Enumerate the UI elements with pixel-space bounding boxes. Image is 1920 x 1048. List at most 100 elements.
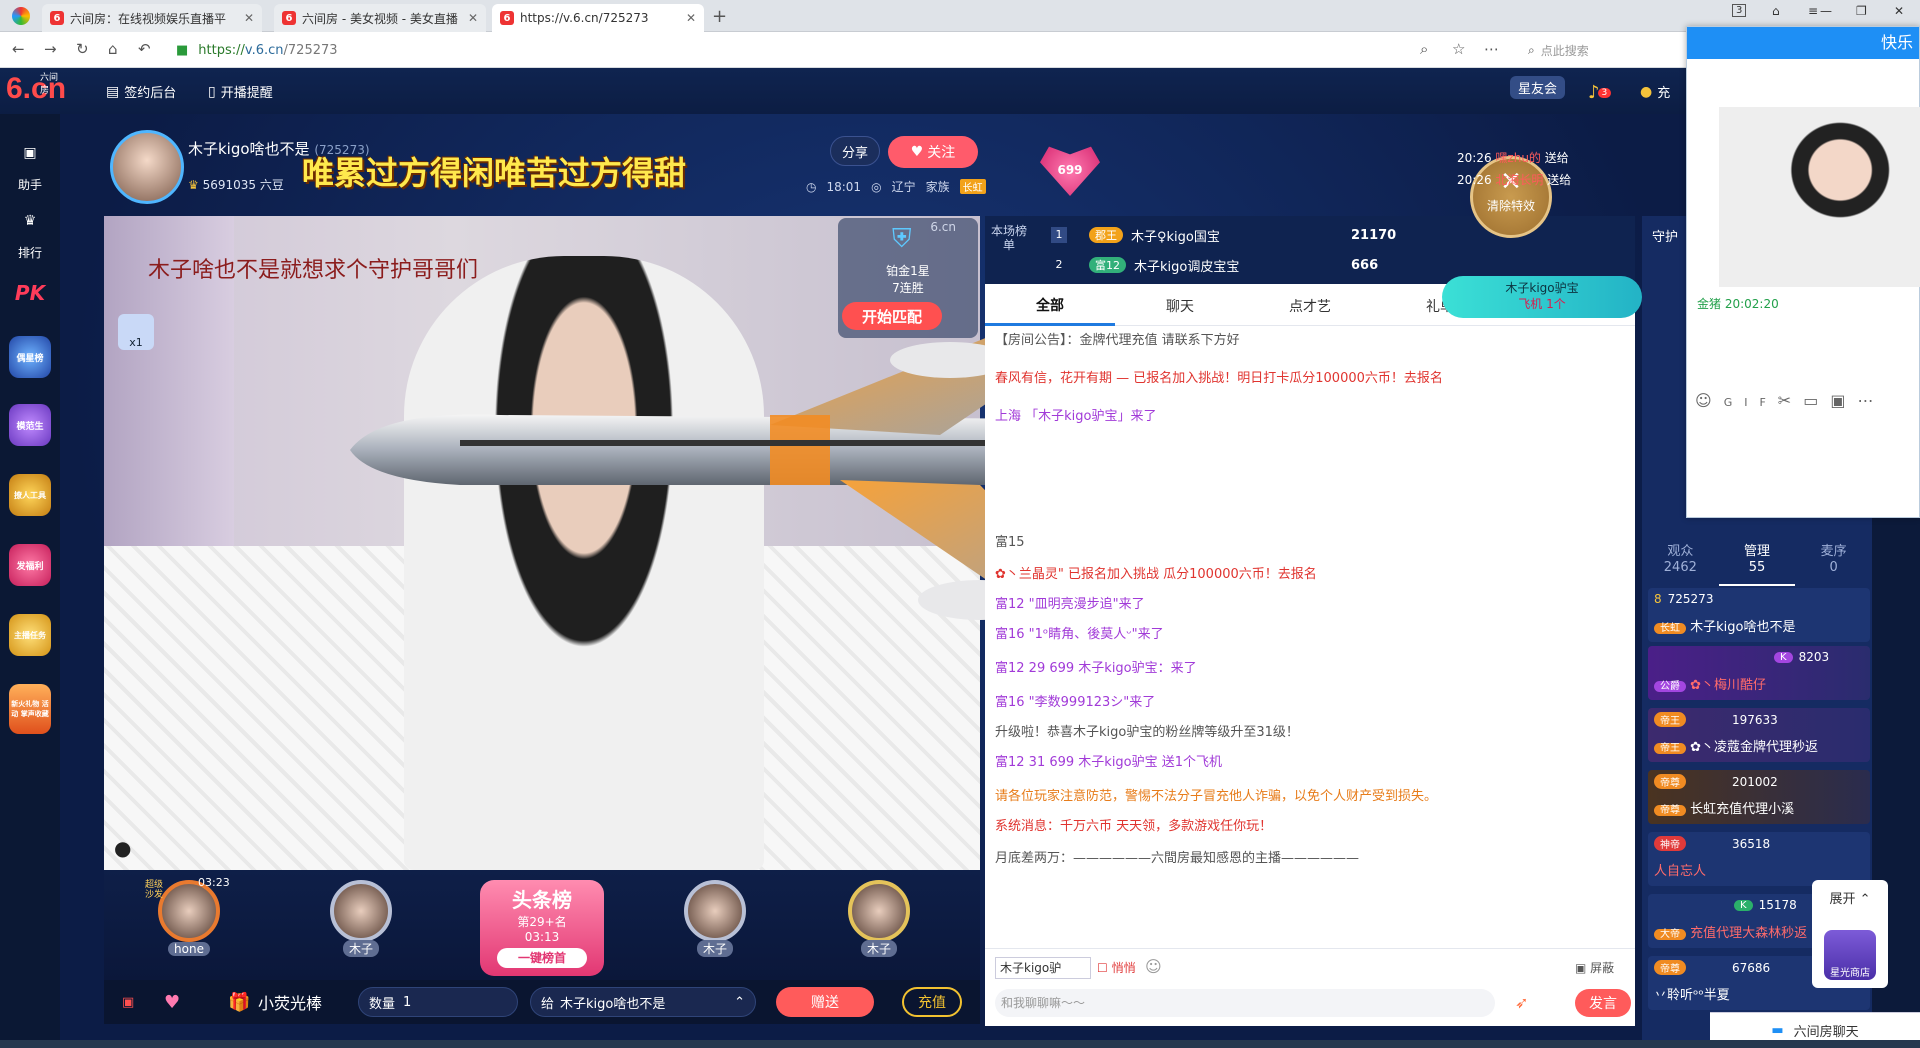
forward-icon[interactable]: → xyxy=(44,40,57,58)
sidebar-item-flirt[interactable]: 撩人工具 xyxy=(0,474,60,518)
sidebar-item-pk[interactable]: PK xyxy=(0,272,60,316)
mic-icon[interactable]: ● xyxy=(114,836,131,860)
tab-all[interactable]: 全部 xyxy=(985,286,1115,326)
minimize-icon[interactable]: — xyxy=(1820,4,1832,18)
family-tag[interactable]: 长虹 xyxy=(959,179,986,194)
user-card[interactable]: 8 725273 长虹 木子kigo啥也不是 xyxy=(1648,588,1870,642)
home-icon[interactable]: ⌂ xyxy=(108,40,118,58)
anchor-name[interactable]: 木子kigo啥也不是 xyxy=(188,140,310,158)
chat-message-input[interactable]: 和我聊聊嘛～～ xyxy=(995,989,1495,1017)
window-count-badge[interactable]: 3 xyxy=(1732,4,1747,17)
send-message-button[interactable]: 发言 xyxy=(1575,989,1631,1017)
emoji-icon[interactable]: ☺ xyxy=(1695,391,1724,410)
sidebar-item-event[interactable]: 新火礼物 活动 掌声收藏 xyxy=(0,684,60,736)
more-icon[interactable]: ⋯ xyxy=(1857,391,1885,410)
sidebar-item-model[interactable]: 模范生 xyxy=(0,404,60,448)
chat-target-select[interactable]: 木子kigo驴 xyxy=(995,957,1091,979)
sidebar-item-assistant[interactable]: ▣ 助手 xyxy=(0,132,60,193)
sidebar-item-star-rank[interactable]: 偶星榜 xyxy=(0,336,60,380)
shirt-icon[interactable]: ⌂ xyxy=(1772,4,1780,18)
tab-chat[interactable]: 聊天 xyxy=(1115,286,1245,326)
send-gift-button[interactable]: 赠送 xyxy=(776,987,874,1017)
star-club-button[interactable]: 星友会 xyxy=(1510,76,1566,99)
session-rank-label[interactable]: 本场榜单 xyxy=(991,224,1027,252)
tab-talent[interactable]: 点才艺 xyxy=(1245,286,1375,326)
recharge-button[interactable]: 充值 xyxy=(902,987,962,1017)
seat-sofa[interactable]: 03:23 超级沙发 hone xyxy=(144,876,234,970)
anchor-avatar[interactable] xyxy=(110,130,184,204)
site-header: 六间房 6.cn ▤ 签约后台 ▯ 开播提醒 星友会 ♪ 3 ● 充 xyxy=(0,68,1690,114)
recharge-link[interactable]: ● 充 xyxy=(1640,82,1670,102)
heart-gift-icon[interactable]: ♥ xyxy=(164,992,180,1013)
rank-row[interactable]: 2 富12 木子kigo调皮宝宝 666 xyxy=(1051,252,1378,278)
zoom-icon[interactable]: ⌕ xyxy=(1420,40,1428,58)
bookmark-star-icon[interactable]: ☆ xyxy=(1452,40,1465,58)
rank-no: 1 xyxy=(1051,227,1067,243)
seat[interactable]: 木子 xyxy=(670,880,760,970)
seat[interactable]: 木子 xyxy=(316,880,406,970)
shield-toggle[interactable]: ▣ 屏蔽 xyxy=(1575,959,1614,976)
seat-name: 木子 xyxy=(860,940,897,957)
user-id: 197633 xyxy=(1732,712,1778,727)
user-card[interactable]: 帝王 197633 帝王 ✿丶凌蔻金牌代理秒返 xyxy=(1648,708,1870,762)
user-card[interactable]: 神帝 36518 人自忘人 xyxy=(1648,832,1870,886)
emoji-icon[interactable]: ☺ xyxy=(1145,957,1162,976)
sidebar-item-rank[interactable]: ♛ 排行 xyxy=(0,200,60,261)
chat-bubble-icon: ▬ xyxy=(1771,1023,1784,1038)
scissors-icon[interactable]: ✂ xyxy=(1778,391,1803,410)
reload-icon[interactable]: ↻ xyxy=(76,40,89,58)
expand-panel[interactable]: 展开 ⌃ 星光商店 xyxy=(1812,880,1888,988)
sidebar-item-welfare[interactable]: 发福利 xyxy=(0,544,60,588)
image-icon[interactable]: ▣ xyxy=(1830,391,1857,410)
user-card[interactable]: K 8203 公爵 ✿丶梅川酷仔 xyxy=(1648,646,1870,700)
share-button[interactable]: 分享 xyxy=(830,136,880,166)
maximize-icon[interactable]: ❐ xyxy=(1856,4,1867,18)
chat-message[interactable]: 春风有信，花开有期 — 已报名加入挑战！明日打卡瓜分100000六币！去报名 xyxy=(995,370,1625,388)
live-reminder-link[interactable]: ▯ 开播提醒 xyxy=(208,82,273,102)
notification-bell-icon[interactable]: ♪ 3 xyxy=(1588,82,1612,103)
close-window-icon[interactable]: ✕ xyxy=(1894,4,1904,18)
stat-admin[interactable]: 管理 55 xyxy=(1718,536,1796,586)
follow-button[interactable]: ♥ 关注 xyxy=(888,136,978,168)
gift-recipient-select[interactable]: 给 木子kigo啥也不是 ⌃ xyxy=(530,987,756,1017)
gift-quantity-field[interactable]: 数量 1 xyxy=(358,987,518,1017)
user-card[interactable]: 帝尊 201002 帝尊 长虹充值代理小溪 xyxy=(1648,770,1870,824)
rank-row[interactable]: 1 郡王 木子♀kigo国宝 21170 xyxy=(1051,222,1396,248)
taskbar xyxy=(0,1040,1920,1048)
browser-tab[interactable]: 6 六间房：在线视频娱乐直播平 ✕ xyxy=(42,4,262,32)
chat-message: 月底差两万：——————六間房最知感恩的主播—————— xyxy=(995,851,1360,866)
new-tab-icon[interactable]: + xyxy=(712,6,727,27)
guard-label[interactable]: 守护 xyxy=(1652,226,1678,245)
stat-audience[interactable]: 观众 2462 xyxy=(1642,536,1719,586)
popup-video[interactable] xyxy=(1719,107,1920,287)
search-input[interactable]: ⌕ 点此搜索 xyxy=(1528,38,1688,62)
undo-icon[interactable]: ↶ xyxy=(138,40,151,58)
gif-icon[interactable]: GIF xyxy=(1724,396,1778,409)
browser-tab[interactable]: 6 六间房 - 美女视频 - 美女直播 ✕ xyxy=(274,4,486,32)
stat-queue[interactable]: 麦序 0 xyxy=(1795,536,1872,586)
site-logo[interactable]: 六间房 6.cn xyxy=(6,72,66,106)
whisper-checkbox[interactable]: ☐ 悄悄 xyxy=(1097,959,1136,976)
star-shop-button[interactable]: 星光商店 xyxy=(1824,930,1876,980)
bag-icon[interactable]: ▣ xyxy=(122,995,134,1010)
chat-message: 富12 29 699 木子kigo驴宝：来了 xyxy=(995,661,1197,676)
url-field[interactable]: ■ https:// v.6.cn /725273 xyxy=(176,38,1416,62)
start-match-button[interactable]: 开始匹配 xyxy=(842,302,942,330)
sidebar-item-task[interactable]: 主播任务 xyxy=(0,614,60,658)
back-icon[interactable]: ← xyxy=(12,40,25,58)
headline-rank-card[interactable]: 头条榜 第29+名 03:13 一键榜首 xyxy=(480,880,604,976)
chat-message[interactable]: ✿丶兰晶灵" 已报名加入挑战 瓜分100000六币！去报名 xyxy=(995,566,1625,584)
headline-top-button[interactable]: 一键榜首 xyxy=(497,948,587,968)
menu-icon[interactable]: ≡ xyxy=(1808,4,1818,18)
close-icon[interactable]: ✕ xyxy=(244,11,254,25)
folder-icon[interactable]: ▭ xyxy=(1803,391,1830,410)
sign-admin-link[interactable]: ▤ 签约后台 xyxy=(106,82,176,102)
selected-gift[interactable]: 小荧光棒 xyxy=(258,990,322,1014)
close-icon[interactable]: ✕ xyxy=(468,11,478,25)
more-icon[interactable]: ⋯ xyxy=(1484,40,1499,58)
rocket-icon[interactable]: ➶ xyxy=(1515,993,1528,1012)
close-icon[interactable]: ✕ xyxy=(686,11,696,25)
browser-tab-active[interactable]: 6 https://v.6.cn/725273 ✕ xyxy=(492,4,704,32)
anchor-time: 18:01 xyxy=(826,179,862,194)
seat[interactable]: 木子 xyxy=(834,880,924,970)
